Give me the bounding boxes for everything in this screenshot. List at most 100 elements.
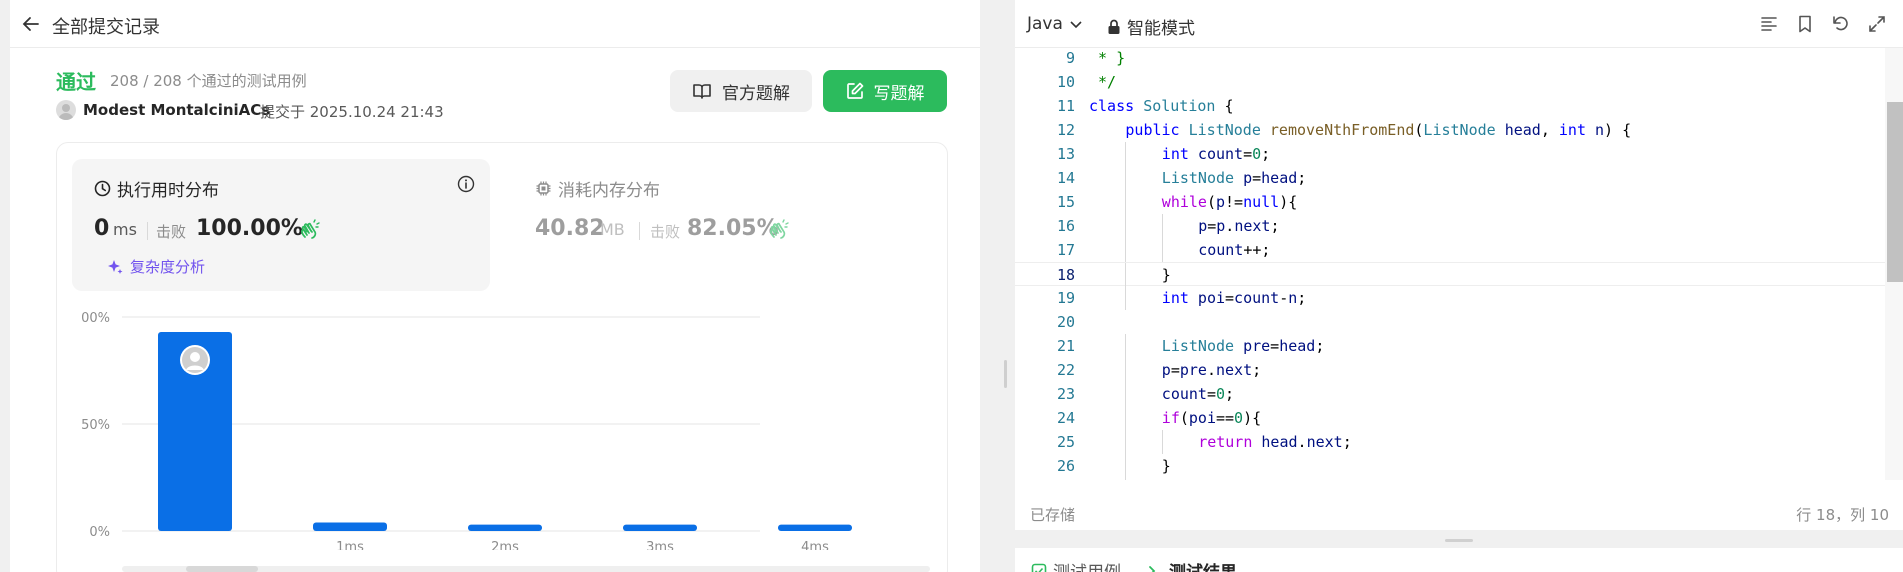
code-line[interactable]: 12 public ListNode removeNthFromEnd(ListN… [1015, 118, 1885, 142]
code-token: Solution [1143, 97, 1216, 115]
code-token: ( [1179, 409, 1189, 427]
code-token: int [1161, 145, 1198, 163]
line-source: p=pre.next; [1162, 358, 1261, 382]
runtime-unit: ms [113, 220, 137, 239]
all-submissions-title[interactable]: 全部提交记录 [52, 13, 160, 39]
code-token: ListNode [1161, 169, 1244, 187]
code-line[interactable]: 27 while(p!=null){ [1015, 478, 1885, 480]
code-line[interactable]: 17 count++; [1015, 238, 1885, 262]
line-number: 22 [1056, 361, 1075, 379]
code-line[interactable]: 10 */ [1015, 70, 1885, 94]
indent-guide [1125, 454, 1127, 478]
code-line[interactable]: 11 class Solution { [1015, 94, 1885, 118]
indent-guide [1161, 430, 1163, 454]
memory-title[interactable]: 消耗内存分布 [535, 176, 660, 201]
y-tick-label: 0% [89, 525, 110, 540]
code-token: class [1089, 97, 1144, 115]
code-token: next [1234, 217, 1271, 235]
code-token: } [1161, 457, 1171, 475]
code-token: ++; [1243, 241, 1271, 259]
user-name[interactable]: Modest MontalciniACs [83, 101, 270, 119]
bookmark-icon[interactable] [1795, 14, 1817, 36]
language-label: Java [1027, 14, 1063, 34]
lock-icon [1108, 19, 1120, 34]
code-token: pre [1179, 361, 1207, 379]
vertical-splitter-handle[interactable] [1004, 360, 1007, 388]
submission-header: 全部提交记录 [10, 0, 980, 48]
chart-bar[interactable] [468, 524, 542, 531]
code-token: ListNode [1423, 121, 1505, 139]
code-line[interactable]: 9 * } [1015, 48, 1885, 70]
y-tick-label: 100% [80, 311, 110, 326]
code-line[interactable]: 14 ListNode p=head; [1015, 166, 1885, 190]
chart-scroll-thumb[interactable] [186, 566, 258, 572]
x-tick-label: 2ms [491, 540, 519, 550]
official-solution-button[interactable]: 官方题解 [670, 70, 812, 112]
user-avatar[interactable] [56, 100, 76, 120]
code-line[interactable]: 18} [1015, 262, 1885, 287]
code-token: = [1170, 361, 1180, 379]
runtime-beat-value: 100.00% [196, 216, 303, 241]
code-token: head [1261, 433, 1298, 451]
line-number: 15 [1056, 193, 1075, 211]
memory-title-label: 消耗内存分布 [558, 181, 660, 201]
info-icon[interactable] [457, 175, 475, 193]
editor-scroll-thumb[interactable] [1887, 102, 1903, 282]
code-token: n [1595, 121, 1605, 139]
memory-divider [639, 222, 640, 240]
code-token: . [1225, 217, 1235, 235]
code-token: = [1243, 145, 1253, 163]
x-tick-label: 1ms [336, 540, 364, 550]
code-line[interactable]: 22 p=pre.next; [1015, 358, 1885, 382]
chart-bar[interactable] [623, 524, 697, 531]
code-token: poi [1188, 409, 1216, 427]
code-line[interactable]: 26} [1015, 454, 1885, 478]
code-token: removeNthFromEnd [1269, 121, 1415, 139]
code-token: ) { [1604, 121, 1632, 139]
chevron-down-icon [1070, 21, 1082, 29]
code-line[interactable]: 21 ListNode pre=head; [1015, 334, 1885, 358]
indent-guide [1125, 263, 1127, 287]
write-solution-button[interactable]: 写题解 [823, 70, 947, 112]
console-panel: 测试用例 测试结果 [1015, 548, 1903, 572]
code-token: 0 [1215, 385, 1226, 403]
line-number: 16 [1056, 217, 1075, 235]
code-line[interactable]: 19 int poi=count-n; [1015, 286, 1885, 310]
code-token: int [1161, 289, 1198, 307]
tab-test-results[interactable]: 测试结果 [1147, 558, 1237, 572]
code-area[interactable]: 9 * } 10 */11 class Solution {12 public Lis… [1015, 48, 1885, 480]
code-line[interactable]: 13 int count=0; [1015, 142, 1885, 166]
fullscreen-icon[interactable] [1867, 14, 1889, 36]
checkbox-icon [1031, 563, 1047, 572]
language-select[interactable]: Java [1027, 14, 1083, 34]
tab-testcases[interactable]: 测试用例 [1031, 558, 1121, 572]
complexity-analysis-link[interactable]: 复杂度分析 [106, 256, 205, 277]
indent-guide [1125, 238, 1127, 262]
code-line[interactable]: 25 return head.next; [1015, 430, 1885, 454]
code-line[interactable]: 15 while(p!=null){ [1015, 190, 1885, 214]
smart-mode-toggle[interactable]: 智能模式 [1107, 14, 1195, 39]
line-number: 9 [1065, 49, 1075, 67]
code-line[interactable]: 24 if(poi==0){ [1015, 406, 1885, 430]
reset-icon[interactable] [1831, 14, 1853, 36]
submission-panel: 全部提交记录 通过 208 / 208 个通过的测试用例 Modest Mont… [10, 0, 980, 572]
indent-guide [1125, 190, 1127, 214]
runtime-distribution-chart[interactable]: 100% 50% 0% 1ms 2ms 3ms 4ms [80, 300, 940, 550]
format-align-icon[interactable] [1759, 14, 1781, 36]
line-number: 11 [1056, 97, 1075, 115]
edit-icon [846, 82, 863, 99]
indent-guide [1125, 166, 1127, 190]
line-number: 23 [1056, 385, 1075, 403]
line-source: * } [1089, 48, 1125, 70]
code-line[interactable]: 20 [1015, 310, 1885, 334]
chart-bar[interactable] [778, 524, 852, 531]
code-line[interactable]: 23 count=0; [1015, 382, 1885, 406]
back-arrow-icon[interactable] [20, 13, 42, 35]
code-token: ; [1261, 145, 1271, 163]
chart-bar[interactable] [313, 522, 387, 531]
code-line[interactable]: 16 p=p.next; [1015, 214, 1885, 238]
cursor-position: 行 18，列 10 [1796, 506, 1889, 524]
code-token: ){ [1243, 409, 1262, 427]
horizontal-splitter-handle[interactable] [1445, 539, 1473, 542]
memory-beat-value: 82.05% [687, 216, 779, 241]
